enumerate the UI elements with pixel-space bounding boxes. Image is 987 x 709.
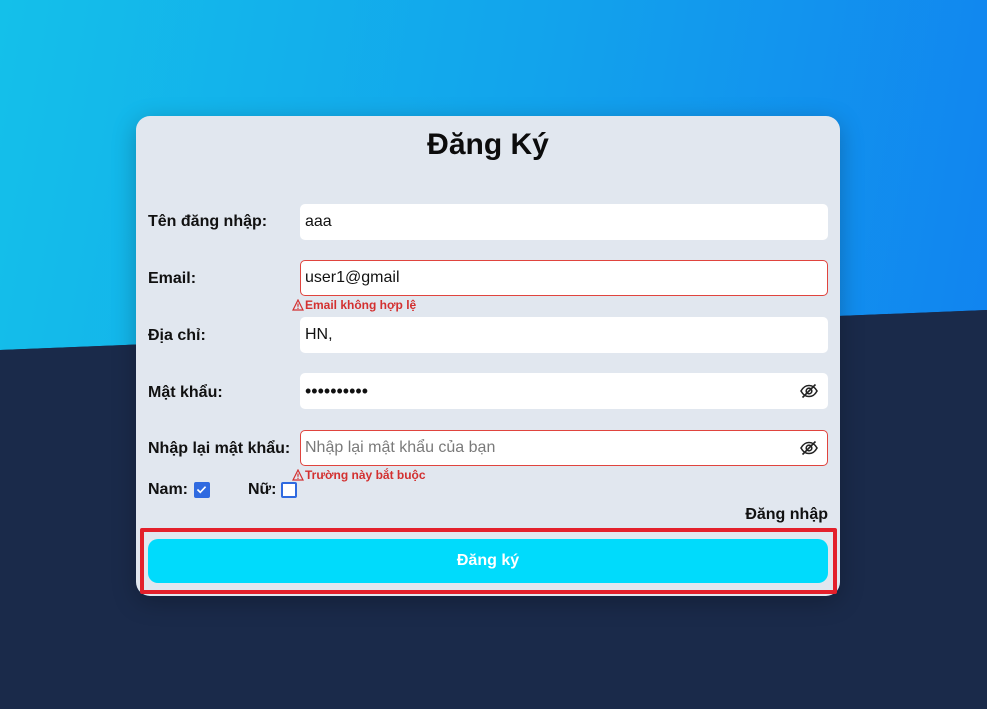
eye-off-icon[interactable] (799, 438, 819, 458)
register-card: Đăng Ký Tên đăng nhập: aaa Email: user1@… (136, 116, 840, 596)
gender-female-checkbox[interactable] (281, 482, 297, 498)
email-error-text: Email không hợp lệ (305, 298, 417, 312)
email-input[interactable]: user1@gmail (300, 260, 828, 296)
warning-icon (292, 469, 304, 481)
confirm-password-label: Nhập lại mật khẩu: (148, 440, 291, 457)
register-button[interactable]: Đăng ký (148, 539, 828, 583)
gender-male-label: Nam: (148, 481, 189, 498)
email-label: Email: (148, 270, 197, 287)
confirm-password-error: Trường này bắt buộc (292, 468, 426, 482)
confirm-password-placeholder: Nhập lại mật khẩu của bạn (305, 439, 496, 456)
email-value: user1@gmail (305, 269, 400, 286)
email-error: Email không hợp lệ (292, 298, 416, 312)
username-input[interactable]: aaa (300, 204, 828, 240)
warning-icon (292, 299, 304, 311)
username-label: Tên đăng nhập: (148, 213, 268, 230)
address-input[interactable]: HN, (300, 317, 828, 353)
password-value: •••••••••• (305, 380, 369, 401)
address-label: Địa chỉ: (148, 327, 206, 344)
page-title: Đăng Ký (427, 128, 549, 161)
eye-off-icon[interactable] (799, 381, 819, 401)
address-value: HN, (305, 326, 333, 343)
username-value: aaa (305, 213, 332, 230)
password-input[interactable]: •••••••••• (300, 373, 828, 409)
check-icon (196, 486, 207, 494)
gender-male-checkbox[interactable] (194, 482, 210, 498)
confirm-password-input[interactable]: Nhập lại mật khẩu của bạn (300, 430, 828, 466)
confirm-password-error-text: Trường này bắt buộc (305, 468, 426, 482)
login-link[interactable]: Đăng nhập (745, 506, 828, 524)
password-label: Mật khẩu: (148, 384, 223, 401)
gender-female-label: Nữ: (248, 481, 277, 498)
